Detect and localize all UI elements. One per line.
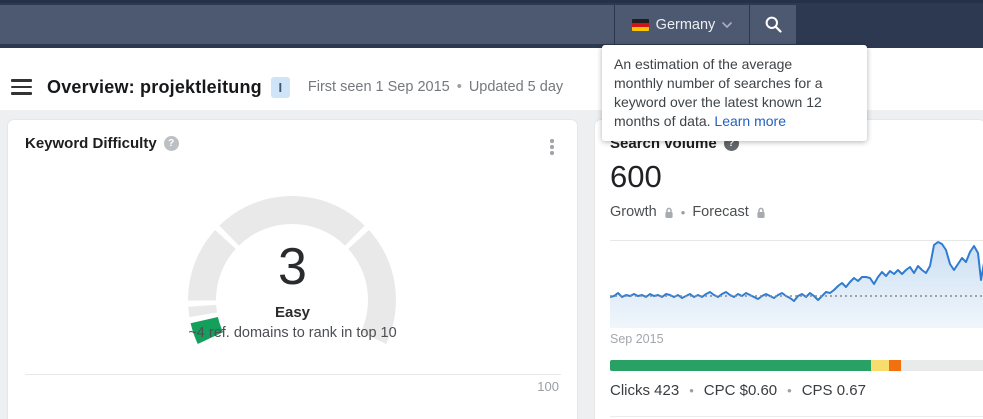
- sv-bottom-divider: [610, 416, 983, 417]
- learn-more-link[interactable]: Learn more: [714, 113, 786, 129]
- keyword-search-input[interactable]: [0, 5, 614, 44]
- kd-score: 3: [278, 238, 307, 296]
- tooltip-line: months of data. Learn more: [614, 112, 855, 131]
- lock-icon: [757, 207, 765, 218]
- search-button[interactable]: [749, 5, 796, 44]
- kd-difficulty-label: Easy: [274, 304, 311, 321]
- keyword-meta: First seen 1 Sep 2015 • Updated 5 day: [308, 79, 563, 95]
- metric-separator: •: [689, 383, 694, 398]
- kd-card-title: Keyword Difficulty: [25, 135, 157, 152]
- flag-stripe: [631, 26, 649, 31]
- chart-area-fill: [610, 242, 983, 328]
- menu-icon[interactable]: [11, 79, 32, 95]
- updated-label: Updated 5 day: [468, 79, 564, 95]
- growth-separator: •: [680, 204, 686, 220]
- country-label: Germany: [655, 16, 716, 33]
- growth-label[interactable]: Growth: [610, 204, 657, 220]
- kd-kebab-menu-icon[interactable]: [548, 137, 556, 157]
- clicks-metric: Clicks 423: [610, 382, 680, 399]
- kd-axis-max: 100: [537, 379, 559, 394]
- kd-hint: ~4 ref. domains to rank in top 10: [188, 325, 397, 341]
- lock-icon: [665, 207, 673, 218]
- page-title: Overview: projektleitung: [47, 76, 262, 97]
- app-root: Germany An estimation of the average mon…: [0, 0, 983, 419]
- chevron-down-icon: [722, 21, 733, 28]
- tooltip-line: An estimation of the average: [614, 56, 793, 72]
- sv-chart-svg: [609, 240, 983, 328]
- keyword-search-bar: Germany: [0, 5, 796, 44]
- keyword-difficulty-card: Keyword Difficulty ? 3 Easy ~4 ref. doma…: [8, 120, 577, 419]
- bar-segment: [900, 360, 983, 371]
- top-navbar: Germany: [0, 0, 983, 48]
- info-badge: I: [270, 76, 290, 98]
- sv-metrics-row: Clicks 423 • CPC $0.60 • CPS 0.67: [610, 382, 866, 399]
- chart-start-date-label: Sep 2015: [610, 332, 664, 346]
- tooltip-line: monthly number of searches for a: [614, 75, 823, 91]
- forecast-label[interactable]: Forecast: [692, 204, 748, 220]
- germany-flag-icon: [631, 18, 649, 31]
- search-volume-tooltip: An estimation of the average monthly num…: [602, 45, 867, 141]
- kd-divider: [25, 374, 561, 375]
- tooltip-line: keyword over the latest known 12: [614, 94, 822, 110]
- tooltip-last-line: months of data.: [614, 113, 711, 129]
- first-seen-label: First seen 1 Sep 2015: [307, 79, 450, 95]
- search-volume-chart[interactable]: [609, 240, 983, 332]
- cpc-metric: CPC $0.60: [703, 382, 778, 399]
- meta-separator: •: [456, 79, 462, 95]
- search-volume-card: Search volume ? 600 Growth • Forecast Se…: [595, 120, 983, 419]
- search-volume-value: 600: [610, 159, 662, 194]
- kd-help-icon[interactable]: ?: [163, 136, 179, 151]
- search-icon: [765, 16, 782, 33]
- country-selector[interactable]: Germany: [614, 5, 749, 44]
- bar-segment: [888, 360, 901, 371]
- bar-segment: [871, 360, 889, 371]
- metric-separator: •: [787, 383, 792, 398]
- clicks-distribution-bar: [610, 360, 983, 371]
- cps-metric: CPS 0.67: [801, 382, 866, 399]
- bar-segment: [610, 360, 872, 371]
- sv-growth-row: Growth • Forecast: [610, 204, 766, 220]
